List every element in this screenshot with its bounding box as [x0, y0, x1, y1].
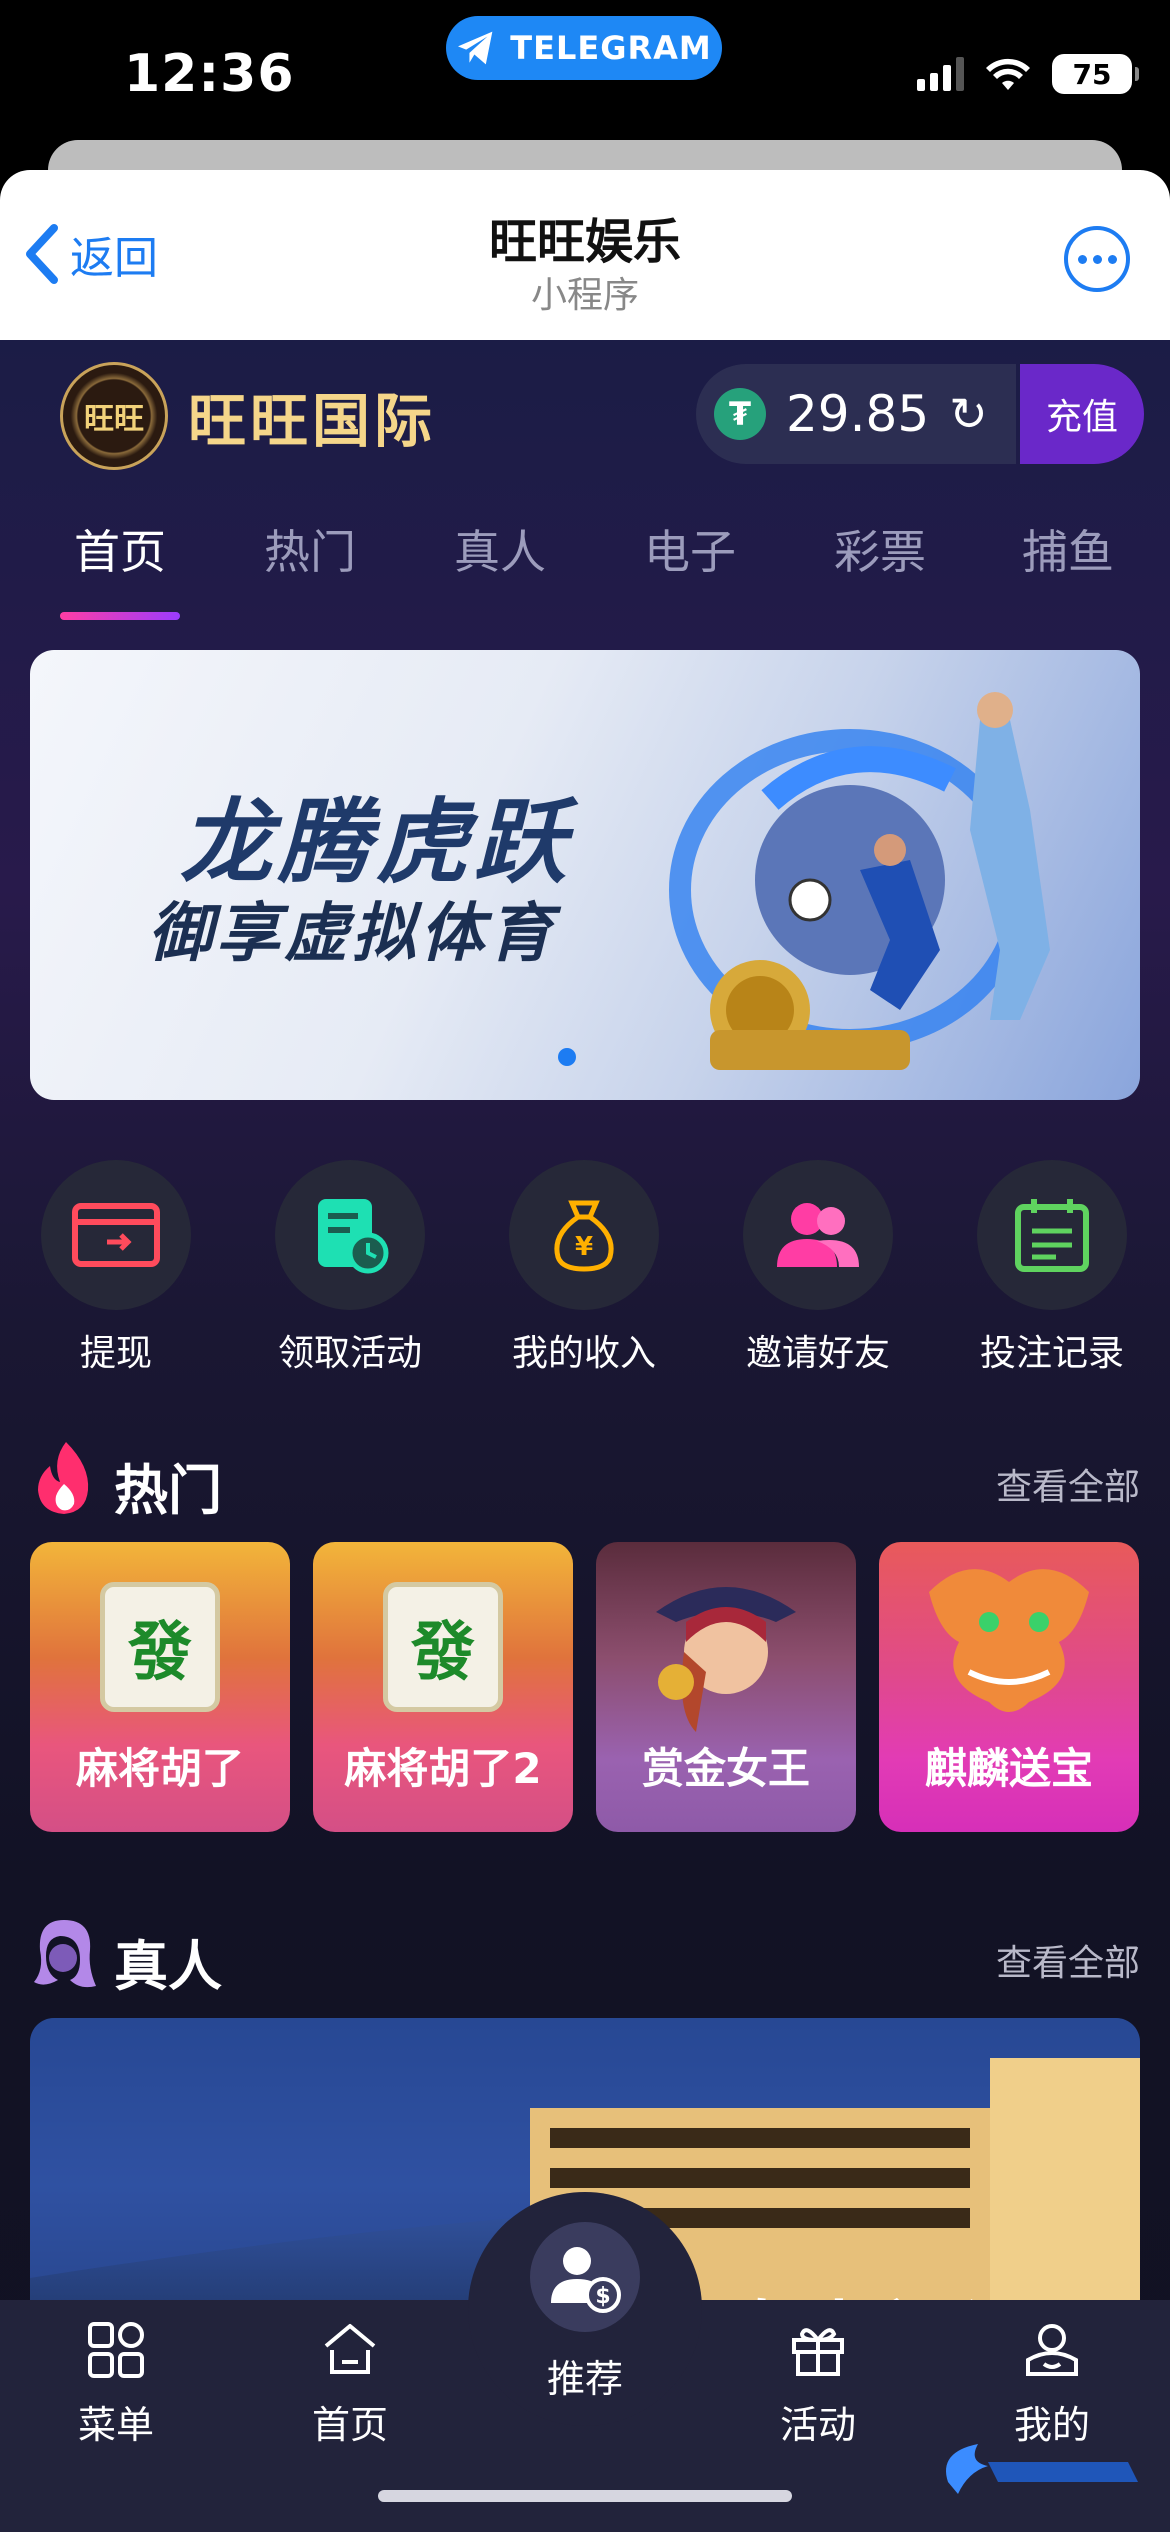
live-section-title: 真人 [114, 1935, 222, 1998]
battery-icon: 75 [1052, 54, 1139, 94]
wallet: ₮ 29.85 ↻ 充值 [696, 364, 1170, 464]
grid-menu-icon [88, 2322, 144, 2378]
brand: 旺旺 旺旺国际 [60, 362, 436, 470]
brand-logo: 旺旺 [60, 362, 168, 470]
quick-bet-records[interactable]: 投注记录 [952, 1160, 1152, 1376]
nav-home[interactable]: 首页 [270, 2320, 430, 2449]
telegram-plane-icon [458, 31, 493, 65]
quick-invite-friends[interactable]: 邀请好友 [718, 1160, 918, 1376]
promo-banner[interactable]: 龙腾虎跃 御享虚拟体育 [30, 650, 1140, 1100]
active-tab-indicator [60, 612, 180, 620]
game-name: 麒麟送宝 [924, 1744, 1093, 1793]
mahjong-tile-icon: 發 [383, 1582, 503, 1712]
balance-display: ₮ 29.85 ↻ [696, 364, 1016, 464]
wifi-icon [986, 58, 1030, 90]
home-icon [324, 2324, 376, 2374]
nav-profile[interactable]: 我的 [972, 2320, 1132, 2449]
claim-document-icon [275, 1160, 425, 1310]
brand-name: 旺旺国际 [188, 387, 437, 455]
tab-lottery[interactable]: 彩票 [834, 516, 926, 582]
profile-icon [1026, 2324, 1078, 2376]
tab-hot[interactable]: 热门 [264, 516, 356, 582]
game-name: 麻将胡了2 [344, 1744, 542, 1793]
nav-menu[interactable]: 菜单 [36, 2320, 196, 2449]
referral-user-coin-icon: $ [551, 2247, 621, 2313]
carousel-indicator [558, 1048, 576, 1066]
quick-withdraw[interactable]: 提现 [16, 1160, 216, 1376]
tab-slots[interactable]: 电子 [644, 516, 736, 582]
svg-text:¥: ¥ [575, 1232, 593, 1262]
hot-games-row: 發 麻将胡了 發 麻将胡了2 赏金女王 麒麟送宝 [30, 1542, 1140, 1832]
mahjong-tile-icon: 發 [100, 1582, 220, 1712]
tab-home[interactable]: 首页 [74, 516, 166, 582]
balance-value: 29.85 [786, 385, 930, 443]
nav-activity-label: 活动 [779, 2403, 856, 2447]
telegram-return-pill[interactable]: TELEGRAM [446, 16, 722, 80]
cellular-signal-icon [917, 57, 964, 91]
mini-program-title: 旺旺娱乐 [488, 214, 681, 270]
quick-my-income[interactable]: ¥ 我的收入 [484, 1160, 684, 1376]
live-section-header: 真人 查看全部 [30, 1916, 1140, 1998]
nav-referral-label: 推荐 [546, 2357, 623, 2401]
nav-home-label: 首页 [311, 2403, 388, 2447]
site-watermark-logo [946, 2444, 1138, 2494]
quick-claim-activity[interactable]: 领取活动 [250, 1160, 450, 1376]
nav-referral-button[interactable]: $ [530, 2222, 640, 2332]
quick-bet-records-label: 投注记录 [979, 1333, 1124, 1374]
flame-icon [38, 1442, 89, 1514]
hot-section-title: 热门 [114, 1459, 222, 1522]
quick-my-income-label: 我的收入 [511, 1333, 656, 1374]
game-card-mahjong-ways-2[interactable]: 發 麻将胡了2 [313, 1542, 573, 1832]
live-view-all-link[interactable]: 查看全部 [996, 1934, 1140, 1986]
pirate-queen-illustration [656, 1587, 796, 1732]
mini-program-header: 返回 旺旺娱乐 小程序 [0, 170, 1170, 340]
gift-icon [792, 2328, 844, 2376]
qilin-dragon-illustration [929, 1569, 1089, 1712]
banner-subheadline: 御享虚拟体育 [148, 897, 556, 971]
game-card-bounty-queen[interactable]: 赏金女王 [596, 1542, 856, 1832]
invite-friends-icon [743, 1160, 893, 1310]
hot-section-header: 热门 查看全部 [30, 1440, 1140, 1522]
mini-program-subtitle: 小程序 [530, 275, 639, 316]
money-bag-icon: ¥ [509, 1160, 659, 1310]
hot-view-all-link[interactable]: 查看全部 [996, 1458, 1140, 1510]
category-tabs: 首页 热门 真人 电子 彩票 捕鱼 [0, 516, 1170, 606]
refresh-icon[interactable]: ↻ [949, 387, 988, 441]
nav-menu-label: 菜单 [77, 2403, 154, 2447]
more-options-button[interactable] [1064, 226, 1130, 292]
tab-live[interactable]: 真人 [454, 516, 546, 582]
usdt-coin-icon: ₮ [714, 388, 766, 440]
tab-fishing[interactable]: 捕鱼 [1022, 516, 1114, 582]
quick-actions: 提现 领取活动 ¥ 我的收入 邀请好友 投注记录 [0, 1160, 1170, 1374]
status-bar: 12:36 TELEGRAM 75 [0, 0, 1170, 150]
quick-claim-activity-label: 领取活动 [277, 1333, 422, 1374]
home-indicator [378, 2490, 792, 2502]
game-name: 麻将胡了 [75, 1744, 244, 1793]
game-card-qilin-treasure[interactable]: 麒麟送宝 [879, 1542, 1139, 1832]
svg-text:$: $ [595, 2284, 610, 2309]
telegram-label: TELEGRAM [510, 29, 712, 67]
status-time: 12:36 [124, 44, 295, 104]
quick-withdraw-label: 提现 [79, 1333, 152, 1374]
recharge-button[interactable]: 充值 [1020, 364, 1144, 464]
withdraw-card-icon [41, 1160, 191, 1310]
quick-invite-friends-label: 邀请好友 [745, 1333, 890, 1374]
game-name: 赏金女王 [641, 1744, 810, 1793]
woman-silhouette-icon [34, 1920, 96, 1988]
battery-level: 75 [1072, 57, 1112, 91]
nav-activity[interactable]: 活动 [738, 2320, 898, 2449]
game-card-mahjong-ways[interactable]: 發 麻将胡了 [30, 1542, 290, 1832]
sports-players-illustration [669, 692, 1050, 1070]
bet-record-calendar-icon [977, 1160, 1127, 1310]
